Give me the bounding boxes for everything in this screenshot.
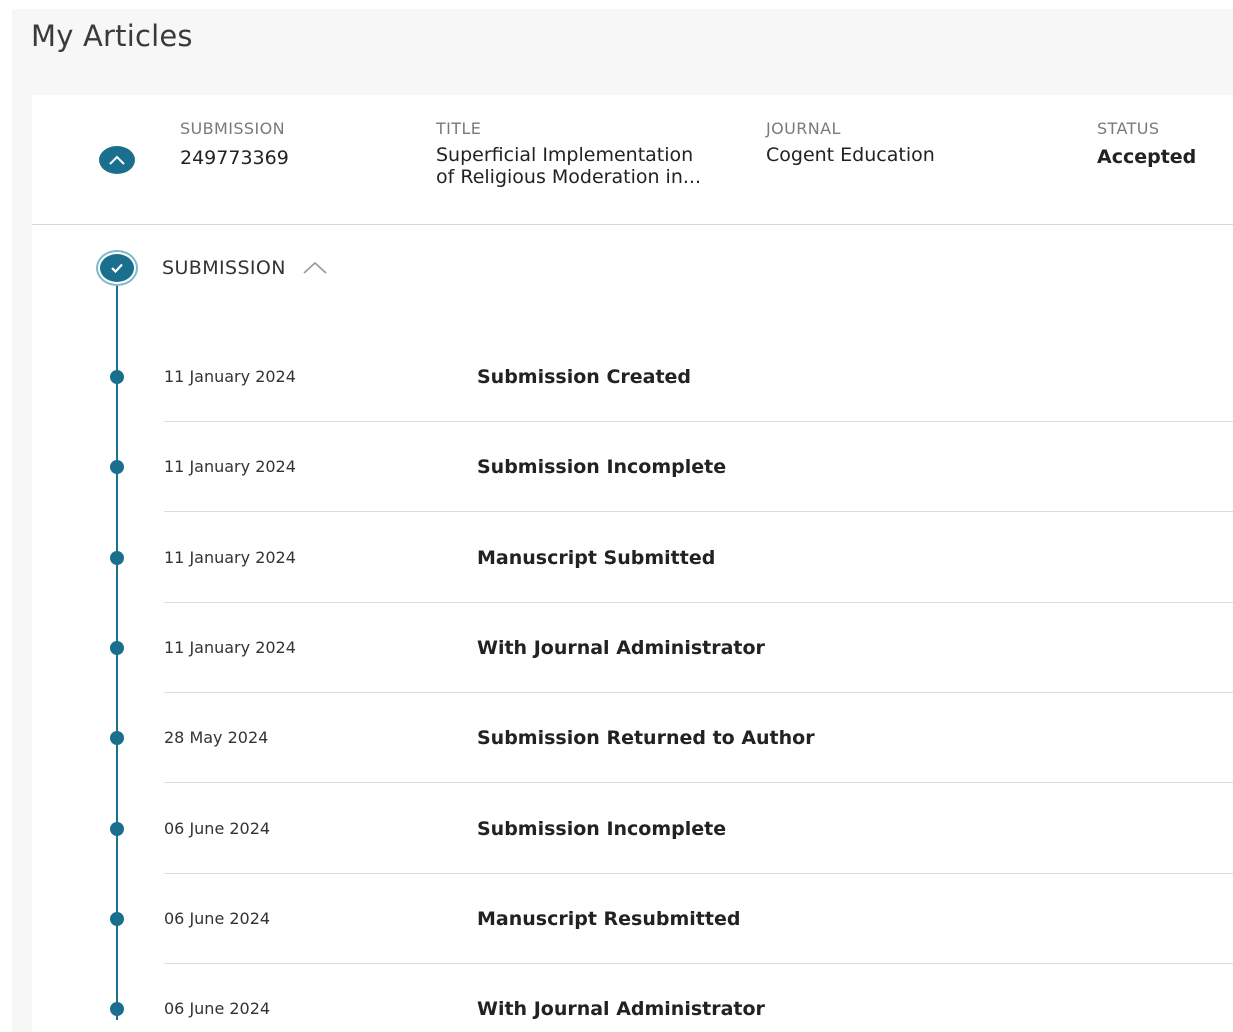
timeline-event: 06 June 2024 Manuscript Resubmitted [32, 874, 1233, 964]
article-title: Superficial Implementation of Religious … [436, 144, 746, 188]
journal-column: JOURNAL Cogent Education [766, 119, 935, 166]
status-column: STATUS Accepted [1097, 119, 1196, 168]
event-label: Submission Incomplete [477, 456, 727, 479]
article-title-line-2: of Religious Moderation in... [436, 166, 701, 188]
event-label: Manuscript Submitted [477, 546, 716, 569]
collapse-section-button[interactable] [302, 260, 328, 276]
timeline-event: 11 January 2024 Manuscript Submitted [32, 513, 1233, 603]
timeline-dot [110, 370, 124, 384]
title-label: TITLE [436, 119, 482, 138]
timeline-event: 06 June 2024 With Journal Administrator [32, 964, 1233, 1032]
timeline-dot [110, 1002, 124, 1017]
check-icon [111, 263, 123, 274]
chevron-up-icon [303, 261, 327, 274]
timeline-dot [110, 550, 124, 565]
timeline-dot [110, 460, 124, 475]
event-date: 11 January 2024 [164, 367, 296, 386]
timeline-dot [110, 731, 124, 746]
section-label: SUBMISSION [162, 257, 286, 279]
event-date: 11 January 2024 [164, 457, 296, 477]
event-date: 06 June 2024 [164, 999, 271, 1019]
journal-name: Cogent Education [766, 144, 935, 166]
article-summary-row[interactable]: SUBMISSION 249773369 TITLE Superficial I… [32, 95, 1233, 225]
timeline-event: 28 May 2024 Submission Returned to Author [32, 693, 1233, 784]
status-value: Accepted [1097, 146, 1197, 168]
title-column: TITLE Superficial Implementation of Reli… [436, 119, 746, 188]
event-label: With Journal Administrator [477, 636, 765, 659]
event-date: 06 June 2024 [164, 818, 271, 838]
timeline-dot [110, 911, 124, 926]
timeline-dot [110, 640, 124, 655]
event-date: 28 May 2024 [164, 728, 269, 748]
collapse-article-button[interactable] [99, 146, 135, 174]
event-label: With Journal Administrator [477, 998, 765, 1021]
section-status-badge [100, 254, 134, 282]
status-label: STATUS [1097, 119, 1160, 138]
timeline-event: 06 June 2024 Submission Incomplete [32, 784, 1233, 874]
submission-section-header[interactable]: SUBMISSION [100, 254, 328, 282]
event-label: Submission Incomplete [477, 817, 727, 840]
page-title: My Articles [31, 19, 193, 53]
timeline-event: 11 January 2024 Submission Created [32, 332, 1233, 422]
event-date: 11 January 2024 [164, 637, 296, 657]
submission-label: SUBMISSION [180, 119, 285, 138]
article-title-line-1: Superficial Implementation [436, 144, 694, 166]
journal-label: JOURNAL [766, 119, 841, 138]
event-date: 11 January 2024 [164, 547, 296, 567]
timeline-dot [110, 821, 124, 836]
my-articles-page: My Articles SUBMISSION 249773369 TITLE S… [12, 9, 1233, 1032]
timeline-event: 11 January 2024 Submission Incomplete [32, 422, 1233, 513]
timeline-event: 11 January 2024 With Journal Administrato… [32, 603, 1233, 693]
event-label: Submission Returned to Author [477, 727, 815, 750]
event-date: 06 June 2024 [164, 908, 271, 928]
submission-column: SUBMISSION 249773369 [180, 119, 289, 169]
submission-id: 249773369 [180, 147, 289, 169]
article-card: SUBMISSION 249773369 TITLE Superficial I… [32, 95, 1233, 1032]
chevron-up-icon [109, 155, 125, 165]
event-label: Manuscript Resubmitted [477, 907, 741, 930]
event-label: Submission Created [477, 366, 692, 388]
